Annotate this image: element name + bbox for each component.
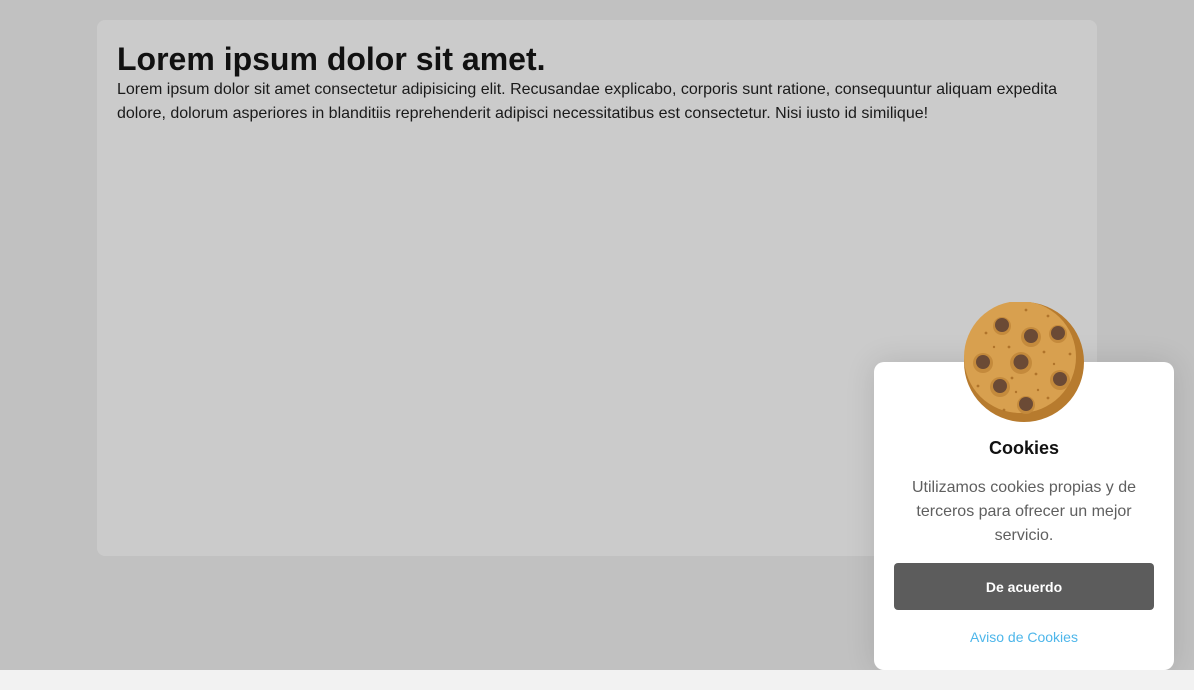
- page-heading: Lorem ipsum dolor sit amet.: [117, 41, 546, 77]
- cookie-title: Cookies: [988, 438, 1060, 458]
- cookie-message: Utilizamos cookies propias y de terceros…: [911, 479, 1137, 544]
- cookie-icon: [964, 302, 1084, 422]
- page-paragraph: Lorem ipsum dolor sit amet consectetur a…: [117, 81, 1058, 122]
- footer-strip: [0, 670, 1194, 690]
- cookie-notice-link[interactable]: Aviso de Cookies: [874, 629, 1174, 645]
- accept-cookies-button[interactable]: De acuerdo: [894, 563, 1154, 610]
- cookie-banner: Cookies Utilizamos cookies propias y de …: [874, 302, 1174, 670]
